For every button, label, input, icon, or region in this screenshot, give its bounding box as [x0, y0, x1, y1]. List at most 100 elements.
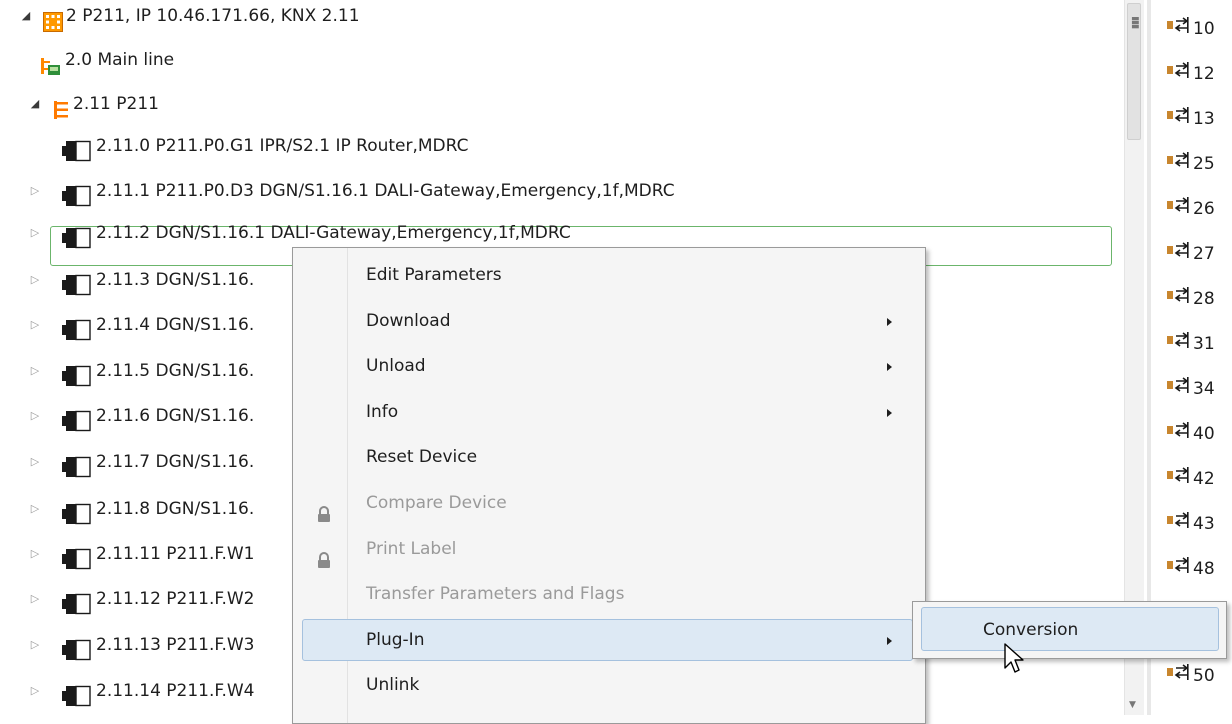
- expand-arrow-icon[interactable]: ▷: [29, 365, 41, 377]
- scrollbar-thumb[interactable]: ▬ ▬ ▬: [1127, 3, 1141, 140]
- expand-arrow-icon[interactable]: ▷: [29, 685, 41, 697]
- expand-arrow-icon[interactable]: ▷: [29, 274, 41, 286]
- tree-row-label: 2.0 Main line: [65, 50, 175, 70]
- plugin-submenu: Conversion: [912, 601, 1227, 659]
- tree-row[interactable]: 2.11.0 P211.P0.G1 IPR/S2.1 IP Router,MDR…: [0, 124, 1110, 168]
- group-address-label: 27: [1193, 244, 1215, 264]
- tree-row-label: 2.11.3 DGN/S1.16.: [96, 270, 255, 290]
- group-address-icon: [1167, 329, 1189, 359]
- group-address-item[interactable]: 50: [1167, 661, 1215, 691]
- menu-item-label: Print Label: [366, 538, 457, 559]
- group-address-item[interactable]: 40: [1167, 419, 1215, 449]
- group-address-item[interactable]: 34: [1167, 374, 1215, 404]
- group-address-item[interactable]: 10: [1167, 14, 1215, 44]
- group-address-icon: [1167, 14, 1189, 44]
- mouse-pointer-icon: [1004, 643, 1024, 673]
- submenu-item-conversion[interactable]: Conversion: [983, 602, 1078, 658]
- tree-row[interactable]: ◢ 2.11 P211: [0, 82, 1110, 126]
- tree-row-label: 2.11.0 P211.P0.G1 IPR/S2.1 IP Router,MDR…: [96, 136, 469, 156]
- tree-row-label: 2.11.5 DGN/S1.16.: [96, 361, 255, 381]
- expand-arrow-icon[interactable]: ▷: [29, 319, 41, 331]
- menu-item-print-label: Print Label: [293, 526, 925, 572]
- menu-item-label: Compare Device: [366, 493, 507, 513]
- menu-item-plug-in[interactable]: Plug-In: [293, 617, 925, 663]
- context-menu: Edit Parameters Download Unload Info Reset D…: [292, 247, 926, 724]
- group-address-label: 31: [1193, 334, 1215, 354]
- group-address-label: 34: [1193, 379, 1215, 399]
- group-address-icon: [1167, 194, 1189, 224]
- group-address-label: 13: [1193, 109, 1215, 129]
- expand-arrow-icon[interactable]: ▷: [29, 456, 41, 468]
- menu-item-edit-parameters[interactable]: Edit Parameters: [293, 252, 925, 298]
- tree-row[interactable]: ▷ 2.11.1 P211.P0.D3 DGN/S1.16.1 DALI-Gate…: [0, 169, 1110, 213]
- group-address-icon: [1167, 239, 1189, 269]
- group-address-item[interactable]: 31: [1167, 329, 1215, 359]
- tree-row-label: 2.11.1 P211.P0.D3 DGN/S1.16.1 DALI-Gatew…: [96, 181, 675, 201]
- collapse-arrow-icon[interactable]: ◢: [20, 10, 32, 22]
- tree-row-label: 2.11.13 P211.F.W3: [96, 635, 255, 655]
- menu-item-label: Reset Device: [366, 447, 478, 468]
- menu-item-label: Transfer Parameters and Flags: [366, 584, 625, 605]
- menu-item-unload[interactable]: Unload: [293, 343, 925, 389]
- expand-arrow-icon[interactable]: ▷: [29, 227, 41, 239]
- group-address-item[interactable]: 42: [1167, 464, 1215, 494]
- group-address-item[interactable]: 25: [1167, 149, 1215, 179]
- expand-arrow-icon[interactable]: ▷: [29, 503, 41, 515]
- group-address-icon: [1167, 149, 1189, 179]
- group-address-label: 48: [1193, 559, 1215, 579]
- tree-row-label: 2.11.4 DGN/S1.16.: [96, 315, 255, 335]
- expand-arrow-icon[interactable]: ▷: [29, 185, 41, 197]
- expand-arrow-icon[interactable]: ▷: [29, 548, 41, 560]
- tree-row[interactable]: ◢ 2 P211, IP 10.46.171.66, KNX 2.11: [0, 0, 1110, 38]
- group-address-label: 12: [1193, 64, 1215, 84]
- tree-row[interactable]: 2.0 Main line: [0, 38, 1110, 82]
- menu-item-compare-device: Compare Device: [293, 480, 925, 526]
- group-address-icon: [1167, 59, 1189, 89]
- group-address-label: 50: [1193, 666, 1215, 686]
- menu-item-info[interactable]: Info: [293, 389, 925, 435]
- submenu-arrow-icon: [887, 363, 892, 372]
- group-address-item[interactable]: 27: [1167, 239, 1215, 269]
- expand-arrow-icon[interactable]: ▷: [29, 410, 41, 422]
- tree-row-label: 2.11.8 DGN/S1.16.: [96, 499, 255, 519]
- scroll-down-arrow-icon[interactable]: ▼: [1129, 700, 1136, 710]
- tree-row-label: 2.11.12 P211.F.W2: [96, 589, 255, 609]
- submenu-arrow-icon: [887, 636, 892, 645]
- tree-row-label: 2.11.11 P211.F.W1: [96, 544, 255, 564]
- group-address-item[interactable]: 13: [1167, 104, 1215, 134]
- group-address-label: 26: [1193, 199, 1215, 219]
- group-address-label: 10: [1193, 19, 1215, 39]
- menu-item-label: Unload: [366, 356, 426, 377]
- group-address-item[interactable]: 26: [1167, 194, 1215, 224]
- group-address-item[interactable]: 48: [1167, 554, 1215, 584]
- group-address-icon: [1167, 374, 1189, 404]
- expand-arrow-icon[interactable]: ▷: [29, 639, 41, 651]
- expand-arrow-icon[interactable]: ▷: [29, 593, 41, 605]
- group-address-label: 43: [1193, 514, 1215, 534]
- menu-item-label: Download: [366, 310, 451, 331]
- group-address-icon: [1167, 554, 1189, 584]
- collapse-arrow-icon[interactable]: ◢: [29, 98, 41, 110]
- group-address-label: 28: [1193, 289, 1215, 309]
- tree-row-label: 2 P211, IP 10.46.171.66, KNX 2.11: [66, 6, 360, 26]
- group-address-label: 40: [1193, 424, 1215, 444]
- menu-item-transfer-parameters-and-flags: Transfer Parameters and Flags: [293, 571, 925, 617]
- menu-item-label: Plug-In: [366, 629, 425, 650]
- menu-item-unlink[interactable]: Unlink: [293, 662, 925, 708]
- tree-row-label: 2.11.6 DGN/S1.16.: [96, 406, 255, 426]
- menu-item-label: Edit Parameters: [366, 265, 502, 285]
- submenu-arrow-icon: [887, 317, 892, 326]
- group-address-icon: [1167, 284, 1189, 314]
- menu-item-label: Info: [366, 401, 399, 422]
- group-address-label: 42: [1193, 469, 1215, 489]
- tree-row-label: 2.11.14 P211.F.W4: [96, 681, 255, 701]
- submenu-arrow-icon: [887, 408, 892, 417]
- menu-item-download[interactable]: Download: [293, 298, 925, 344]
- group-address-item[interactable]: 12: [1167, 59, 1215, 89]
- menu-item-reset-device[interactable]: Reset Device: [293, 434, 925, 480]
- group-address-icon: [1167, 509, 1189, 539]
- group-address-item[interactable]: 43: [1167, 509, 1215, 539]
- group-address-icon: [1167, 419, 1189, 449]
- grip-icon: ▬ ▬ ▬: [1131, 14, 1140, 32]
- group-address-item[interactable]: 28: [1167, 284, 1215, 314]
